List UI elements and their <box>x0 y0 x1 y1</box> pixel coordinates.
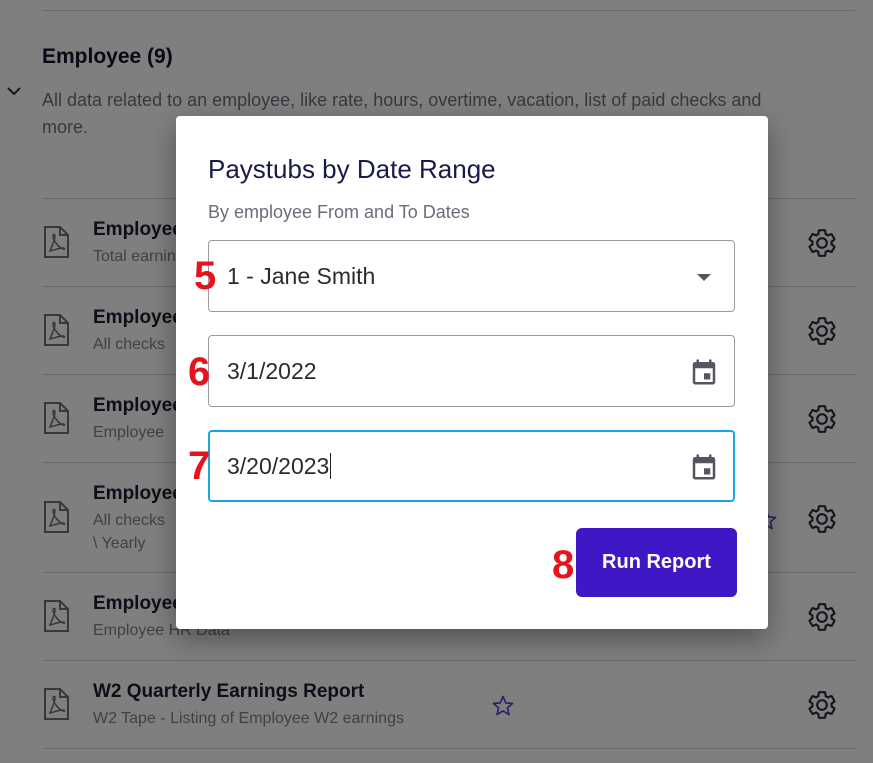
calendar-icon[interactable] <box>689 357 719 387</box>
dialog-title: Paystubs by Date Range <box>208 154 496 184</box>
calendar-icon[interactable] <box>689 452 719 482</box>
from-date-field[interactable]: 3/1/2022 <box>208 335 735 407</box>
step-annotation-6: 6 <box>188 350 211 394</box>
paystubs-dialog: Paystubs by Date Range By employee From … <box>176 116 768 629</box>
employee-select[interactable]: 1 - Jane Smith <box>208 240 735 312</box>
to-date-value: 3/20/2023 <box>227 453 332 479</box>
employee-select-value: 1 - Jane Smith <box>227 263 376 289</box>
step-annotation-5: 5 <box>194 254 217 298</box>
dialog-subtitle: By employee From and To Dates <box>208 202 470 222</box>
run-report-button[interactable]: Run Report <box>576 528 737 597</box>
text-cursor <box>330 453 332 479</box>
from-date-value: 3/1/2022 <box>227 358 317 384</box>
dropdown-arrow-icon[interactable] <box>689 262 719 292</box>
step-annotation-8: 8 <box>552 543 575 587</box>
to-date-field[interactable]: 3/20/2023 <box>208 430 735 502</box>
step-annotation-7: 7 <box>188 444 211 488</box>
